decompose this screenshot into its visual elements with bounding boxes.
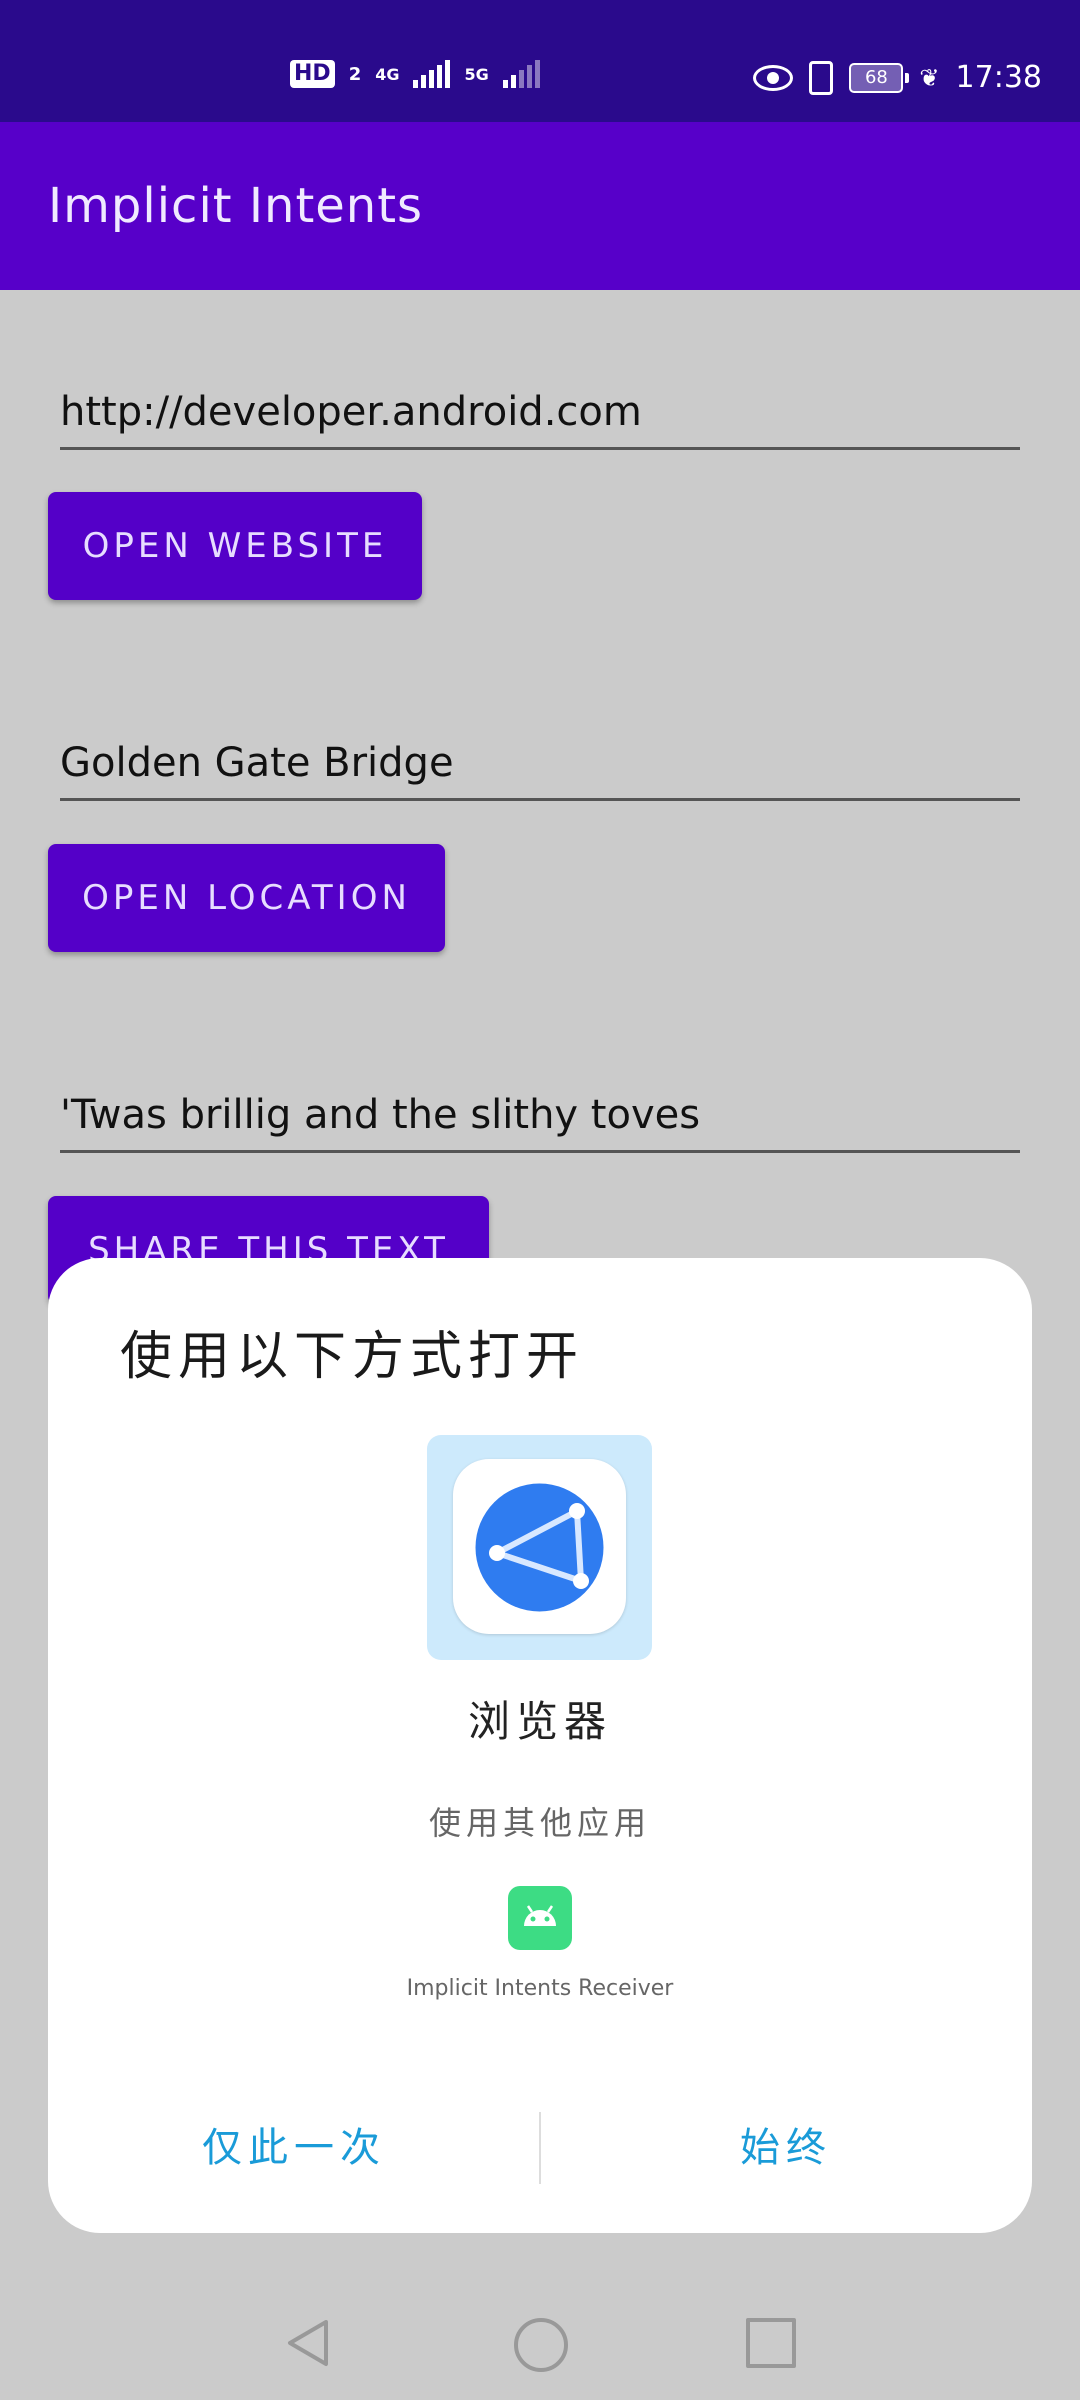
app-title: Implicit Intents <box>48 178 424 234</box>
app-bar: Implicit Intents <box>0 122 1080 290</box>
network-type-2: 5G <box>464 64 489 84</box>
location-field[interactable]: Golden Gate Bridge <box>60 708 1020 801</box>
share-text-value: 'Twas brillig and the slithy toves <box>60 1092 701 1138</box>
nav-home-icon[interactable] <box>514 2318 568 2372</box>
clock: 17:38 <box>955 60 1042 95</box>
nav-recents-icon[interactable] <box>746 2318 796 2368</box>
dialog-title: 使用以下方式打开 <box>120 1327 585 1387</box>
signal-icon <box>413 60 451 88</box>
status-bar-right: 68 ❦ 17:38 <box>753 60 1042 95</box>
other-app-name[interactable]: Implicit Intents Receiver <box>48 1976 1032 2001</box>
open-location-button[interactable]: Open Location <box>48 844 445 952</box>
share-text-field[interactable]: 'Twas brillig and the slithy toves <box>60 1060 1020 1153</box>
eye-icon <box>753 64 794 91</box>
browser-app-name: 浏览器 <box>467 1697 612 1746</box>
browser-app-icon <box>453 1459 626 1634</box>
leaf-icon: ❦ <box>919 63 940 92</box>
signal-icon-2 <box>502 60 540 88</box>
nav-back-icon[interactable] <box>282 2316 336 2370</box>
location-value: Golden Gate Bridge <box>60 740 454 786</box>
always-button[interactable]: 始终 <box>540 2108 1032 2188</box>
status-bar-left: HD 2 4G 5G <box>290 60 540 88</box>
just-once-button[interactable]: 仅此一次 <box>48 2108 540 2188</box>
open-website-button[interactable]: Open Website <box>48 492 422 600</box>
battery-icon: 68 <box>849 62 910 93</box>
network-type-1: 4G <box>375 64 400 84</box>
website-url-field[interactable]: http://developer.android.com <box>60 357 1020 450</box>
browser-globe-icon <box>475 1483 604 1612</box>
vibrate-icon <box>809 60 834 95</box>
other-apps-label: 使用其他应用 <box>428 1804 651 1842</box>
sim-number: 2 <box>348 63 362 85</box>
android-app-icon[interactable] <box>508 1886 572 1950</box>
android-robot-icon <box>524 1905 556 1926</box>
status-bar: HD 2 4G 5G 68 ❦ 17:38 <box>0 0 1080 122</box>
navigation-bar <box>0 2290 1080 2400</box>
open-with-dialog: 使用以下方式打开 浏览器 使用其他应用 Implicit Intents Rec… <box>48 1258 1032 2233</box>
browser-app-option[interactable] <box>427 1435 652 1660</box>
dialog-actions: 仅此一次 始终 <box>48 2108 1032 2188</box>
hd-icon: HD <box>290 60 335 88</box>
website-url-value: http://developer.android.com <box>60 389 642 435</box>
